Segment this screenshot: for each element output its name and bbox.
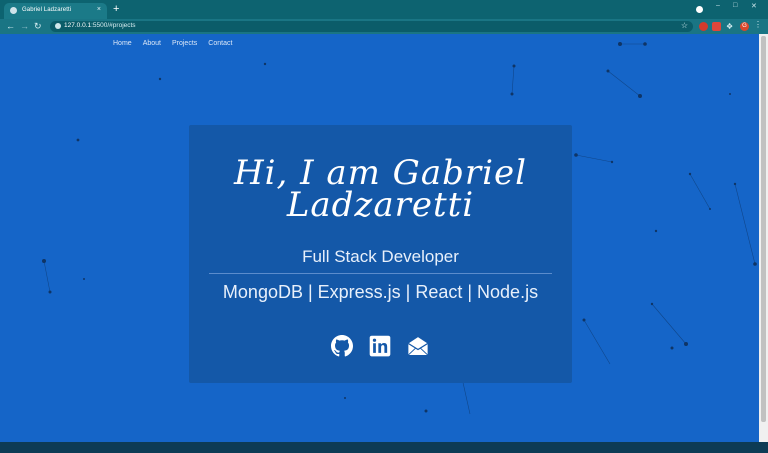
tab-close-icon[interactable]: × (97, 6, 101, 13)
tab-title: Gabriel Ladzaretti (22, 7, 72, 13)
extension-red-icon[interactable] (699, 22, 708, 31)
maximize-icon[interactable]: □ (733, 2, 737, 9)
browser-toolbar: ← → ↻ 127.0.0.1:5500/#projects ☆ ❖ G ⋮ (0, 19, 768, 34)
window-close-icon[interactable]: ✕ (751, 2, 757, 10)
github-icon[interactable] (331, 335, 353, 357)
back-icon[interactable]: ← (6, 21, 15, 31)
hero-role: Full Stack Developer (302, 247, 459, 266)
browser-menu-icon[interactable]: ⋮ (754, 20, 762, 29)
envelope-icon[interactable] (407, 335, 429, 357)
site-info-icon[interactable] (55, 23, 61, 29)
forward-icon[interactable]: → (20, 21, 29, 31)
scrollbar-thumb[interactable] (761, 36, 766, 422)
minimize-icon[interactable]: – (716, 2, 720, 9)
reload-icon[interactable]: ↻ (34, 21, 42, 31)
social-links (189, 335, 572, 357)
recording-icon[interactable] (696, 6, 703, 13)
extensions-puzzle-icon[interactable]: ❖ (726, 22, 735, 31)
hero-divider (209, 273, 552, 274)
browser-tab-strip: Gabriel Ladzaretti × + – □ ✕ (0, 0, 768, 19)
favicon-icon (10, 7, 17, 14)
nav-link-about[interactable]: About (143, 40, 161, 47)
address-bar[interactable]: 127.0.0.1:5500/#projects ☆ (50, 21, 693, 32)
hero-card: Hi, I am Gabriel Ladzaretti Full Stack D… (189, 125, 572, 383)
browser-tab[interactable]: Gabriel Ladzaretti × (4, 3, 107, 19)
site-navigation: Home About Projects Contact (113, 40, 232, 47)
new-tab-button[interactable]: + (113, 3, 119, 15)
bottom-bar (0, 442, 768, 453)
hero-title-line-2: Ladzaretti (286, 185, 475, 225)
profile-avatar[interactable]: G (740, 22, 749, 31)
nav-link-contact[interactable]: Contact (208, 40, 232, 47)
bookmark-star-icon[interactable]: ☆ (681, 21, 688, 30)
extension-mail-icon[interactable] (712, 22, 721, 31)
url-text: 127.0.0.1:5500/#projects (64, 22, 136, 29)
linkedin-icon[interactable] (369, 335, 391, 357)
hero-tech-stack: MongoDB | Express.js | React | Node.js (222, 282, 539, 302)
nav-link-projects[interactable]: Projects (172, 40, 197, 47)
vertical-scrollbar[interactable] (759, 34, 768, 442)
nav-link-home[interactable]: Home (113, 40, 132, 47)
page-viewport: Home About Projects Contact Hi, I am Gab… (0, 34, 759, 442)
